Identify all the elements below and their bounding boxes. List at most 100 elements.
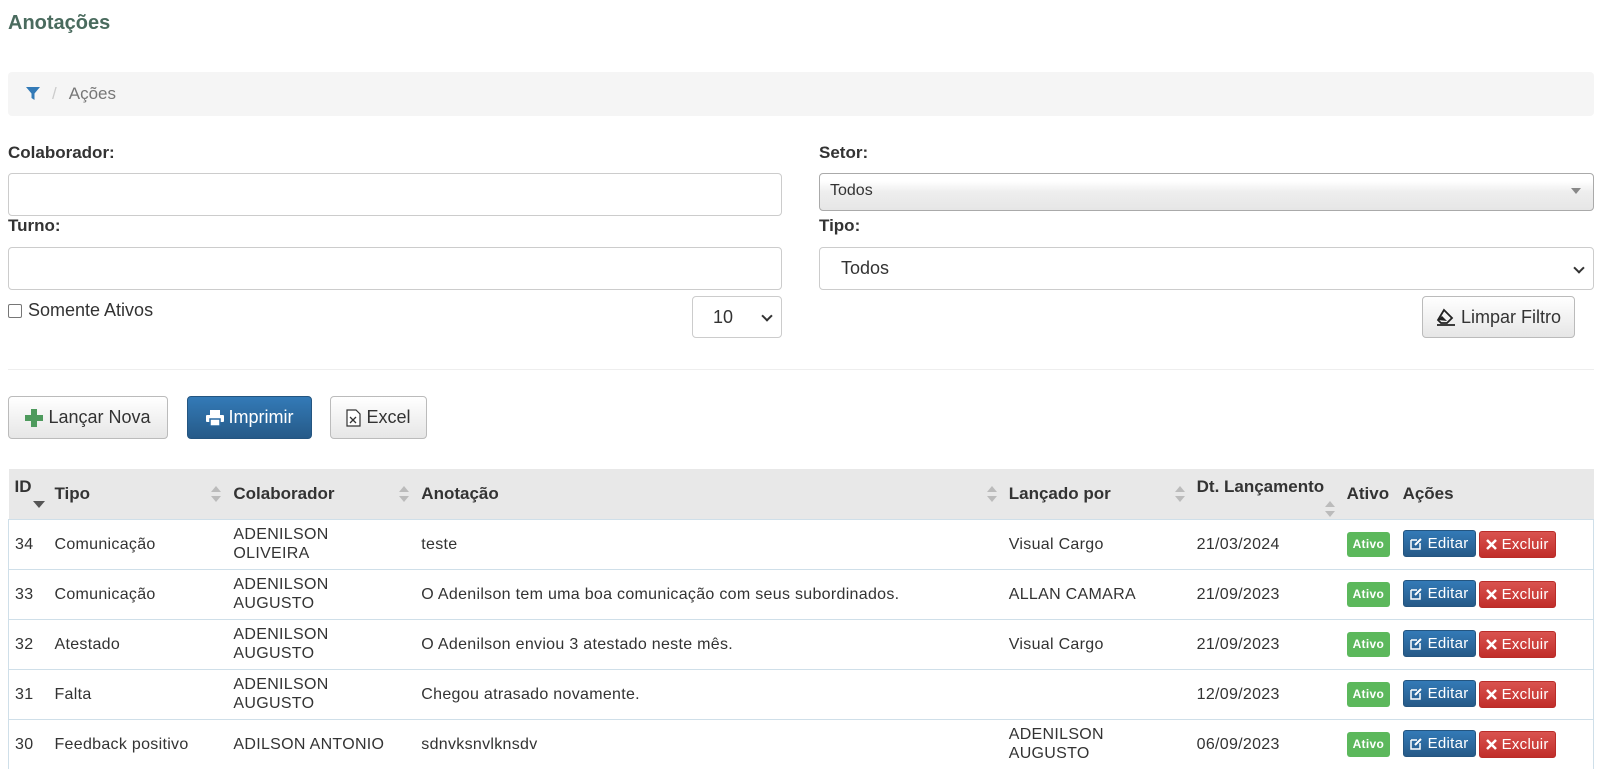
status-badge: Ativo <box>1346 581 1391 607</box>
column-header-tipo[interactable]: Tipo <box>48 469 227 519</box>
cell-lancado-por <box>1002 668 1191 719</box>
setor-select[interactable]: Todos <box>819 173 1594 211</box>
close-icon <box>1485 689 1497 700</box>
cell-id: 31 <box>8 668 49 719</box>
divider <box>8 369 1594 370</box>
breadcrumb: / Ações <box>8 72 1594 116</box>
cell-colaborador: ADILSON ANTONIO <box>227 718 416 769</box>
cell-acoes: Editar Excluir <box>1396 518 1594 569</box>
cell-ativo: Ativo <box>1340 568 1397 619</box>
filter-icon[interactable] <box>26 87 40 101</box>
page-size-select[interactable]: 10 <box>692 296 782 338</box>
edit-icon <box>1409 638 1422 650</box>
cell-anotacao: O Adenilson enviou 3 atestado neste mês. <box>415 618 1003 669</box>
sort-icon <box>1324 500 1335 517</box>
edit-icon <box>1409 538 1422 550</box>
cell-anotacao: sdnvksnvlknsdv <box>415 718 1003 769</box>
delete-button[interactable]: Excluir <box>1478 731 1556 759</box>
edit-icon <box>1409 588 1422 600</box>
delete-button[interactable]: Excluir <box>1478 581 1556 608</box>
sort-icon <box>211 485 222 502</box>
page-title: Anotações <box>8 12 111 34</box>
cell-tipo: Comunicação <box>48 568 228 619</box>
sort-desc-icon <box>32 501 45 508</box>
cell-ativo: Ativo <box>1340 718 1397 769</box>
cell-colaborador: ADENILSON AUGUSTO <box>227 568 416 619</box>
status-badge: Ativo <box>1346 631 1391 657</box>
cell-data: 06/09/2023 <box>1190 718 1341 769</box>
status-badge: Ativo <box>1346 731 1391 757</box>
turno-input[interactable] <box>8 247 782 290</box>
edit-button[interactable]: Editar <box>1402 680 1476 707</box>
cell-acoes: Editar Excluir <box>1396 668 1594 719</box>
somente-ativos-toggle[interactable]: Somente Ativos <box>8 300 153 321</box>
close-icon <box>1485 639 1497 650</box>
print-button[interactable]: Imprimir <box>187 396 312 439</box>
edit-button[interactable]: Editar <box>1402 630 1476 657</box>
cell-acoes: Editar Excluir <box>1396 718 1594 769</box>
eraser-icon <box>1436 308 1456 326</box>
cell-id: 34 <box>8 518 49 569</box>
table-row: 33 Comunicação ADENILSON AUGUSTO O Adeni… <box>8 568 1594 619</box>
table-row: 34 Comunicação ADENILSON OLIVEIRA teste … <box>8 518 1594 569</box>
breadcrumb-separator: / <box>52 84 57 103</box>
page-size-value: 10 <box>713 306 734 327</box>
close-icon <box>1485 739 1497 751</box>
excel-file-icon <box>346 408 362 427</box>
column-header-anotacao[interactable]: Anotação <box>415 469 1002 519</box>
cell-data: 21/03/2024 <box>1190 518 1341 569</box>
column-header-colaborador[interactable]: Colaborador <box>227 469 415 519</box>
cell-anotacao: Chegou atrasado novamente. <box>415 668 1003 719</box>
cell-colaborador: ADENILSON AUGUSTO <box>227 668 416 719</box>
turno-label: Turno: <box>8 216 61 235</box>
somente-ativos-label: Somente Ativos <box>28 300 154 320</box>
tipo-label: Tipo: <box>819 216 861 235</box>
edit-button[interactable]: Editar <box>1402 580 1476 607</box>
sort-icon <box>399 485 410 502</box>
column-header-id[interactable]: ID <box>9 469 49 519</box>
excel-button[interactable]: Excel <box>330 396 427 439</box>
status-badge: Ativo <box>1346 531 1391 557</box>
cell-data: 21/09/2023 <box>1190 618 1341 669</box>
colaborador-input[interactable] <box>8 173 782 216</box>
cell-lancado-por: Visual Cargo <box>1002 618 1191 669</box>
cell-id: 33 <box>8 568 49 619</box>
annotations-table: ID Tipo Colaborador Anotação Lançado por… <box>8 469 1594 769</box>
table-header-row: ID Tipo Colaborador Anotação Lançado por… <box>8 469 1594 519</box>
new-entry-button[interactable]: Lançar Nova <box>8 396 168 439</box>
delete-button[interactable]: Excluir <box>1478 531 1556 558</box>
chevron-down-icon <box>761 310 773 322</box>
colaborador-label: Colaborador: <box>8 143 115 162</box>
cell-anotacao: O Adenilson tem uma boa comunicação com … <box>415 568 1003 619</box>
status-badge: Ativo <box>1346 681 1391 707</box>
edit-icon <box>1409 688 1422 700</box>
column-header-dt-lancamento[interactable]: Dt. Lançamento <box>1191 469 1341 519</box>
table-row: 30 Feedback positivo ADILSON ANTONIO sdn… <box>8 718 1594 769</box>
cell-lancado-por: Visual Cargo <box>1002 518 1191 569</box>
excel-label: Excel <box>366 407 411 427</box>
sort-icon <box>986 485 997 502</box>
delete-button[interactable]: Excluir <box>1478 681 1556 708</box>
cell-ativo: Ativo <box>1340 518 1397 569</box>
edit-button[interactable]: Editar <box>1402 730 1476 758</box>
cell-colaborador: ADENILSON AUGUSTO <box>227 618 416 669</box>
cell-data: 12/09/2023 <box>1190 668 1341 719</box>
column-header-lancado-por[interactable]: Lançado por <box>1003 469 1191 519</box>
cell-acoes: Editar Excluir <box>1396 618 1594 669</box>
setor-label: Setor: <box>819 143 869 162</box>
tipo-select[interactable]: Todos <box>819 247 1594 290</box>
select-arrow-icon <box>1571 188 1581 194</box>
edit-button[interactable]: Editar <box>1402 530 1476 557</box>
clear-filter-label: Limpar Filtro <box>1460 306 1562 327</box>
plus-icon <box>25 408 44 427</box>
cell-tipo: Atestado <box>48 618 228 669</box>
somente-ativos-checkbox[interactable] <box>8 303 22 318</box>
breadcrumb-current: Ações <box>68 84 116 103</box>
table-row: 31 Falta ADENILSON AUGUSTO Chegou atrasa… <box>8 668 1594 719</box>
cell-lancado-por: ALLAN CAMARA <box>1002 568 1191 619</box>
printer-icon <box>205 409 224 426</box>
clear-filter-button[interactable]: Limpar Filtro <box>1422 296 1575 338</box>
cell-id: 30 <box>8 718 49 769</box>
close-icon <box>1485 589 1497 600</box>
delete-button[interactable]: Excluir <box>1478 631 1556 658</box>
